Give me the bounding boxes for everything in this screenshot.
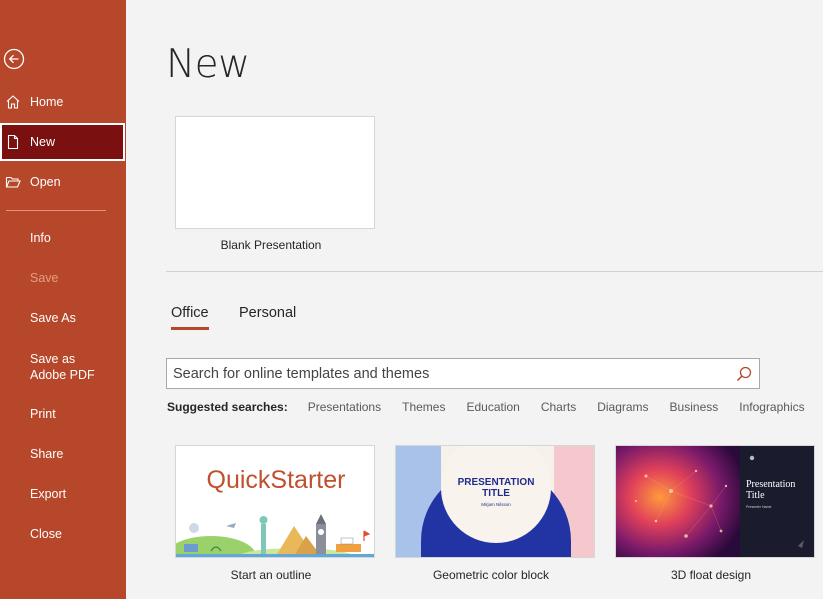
3d-float-thumb-background (616, 446, 814, 557)
sidebar-item-label: Save As (30, 311, 76, 325)
sidebar-item-home[interactable]: Home (0, 83, 126, 121)
open-folder-icon (5, 174, 21, 190)
template-card-3d-float-design[interactable]: Presentation Title Presenter Name 3D flo… (615, 445, 815, 582)
suggested-link-charts[interactable]: Charts (541, 400, 576, 414)
suggested-link-infographics[interactable]: Infographics (739, 400, 804, 414)
sidebar-item-print[interactable]: Print (0, 395, 126, 433)
sidebar-item-label: Home (30, 95, 64, 109)
template-thumbnail-3d-float[interactable]: Presentation Title Presenter Name (615, 445, 815, 558)
sidebar-item-label: Print (30, 407, 56, 421)
suggested-searches-label: Suggested searches: (167, 400, 288, 414)
sidebar-item-label: Export (30, 487, 67, 501)
back-arrow-icon (3, 48, 25, 70)
sidebar-item-save-as[interactable]: Save As (0, 299, 126, 337)
section-divider (166, 271, 823, 272)
page-title: New (166, 42, 250, 87)
sidebar-item-share[interactable]: Share (0, 435, 126, 473)
quickstarter-illustration (176, 514, 374, 557)
geometric-thumb-title: PRESENTATION TITLE (457, 477, 535, 499)
suggested-link-education[interactable]: Education (466, 400, 519, 414)
suggested-link-themes[interactable]: Themes (402, 400, 445, 414)
sidebar-item-open[interactable]: Open (0, 163, 126, 201)
sidebar-item-info[interactable]: Info (0, 219, 126, 257)
template-search-box (166, 358, 760, 389)
sidebar-item-export[interactable]: Export (0, 475, 126, 513)
blank-presentation-label: Blank Presentation (220, 238, 322, 252)
main-panel: New Blank Presentation Office Personal S… (126, 0, 823, 599)
template-card-geometric-color-block[interactable]: PRESENTATION TITLE Mirjam Nilsson Geomet… (395, 445, 595, 582)
sidebar-item-label: Open (30, 175, 61, 189)
tab-personal[interactable]: Personal (239, 305, 296, 321)
backstage-sidebar: Home New Open Info Save Save As Save as … (0, 0, 126, 599)
sidebar-item-save-as-adobe-pdf[interactable]: Save as Adobe PDF (0, 347, 126, 387)
template-label: 3D float design (670, 568, 752, 582)
3d-float-thumb-title: Presentation Title (746, 479, 796, 501)
home-icon (5, 94, 21, 110)
new-document-icon (5, 134, 21, 150)
tab-office[interactable]: Office (171, 305, 209, 330)
sidebar-item-save: Save (0, 259, 126, 297)
template-card-start-outline[interactable]: QuickStarter Start an outline (175, 445, 375, 582)
sidebar-item-label: New (30, 135, 56, 149)
3d-float-thumb-subtitle: Presenter Name (746, 505, 772, 509)
sidebar-item-label: Close (30, 527, 62, 541)
sidebar-item-label: Save (30, 271, 59, 285)
suggested-link-business[interactable]: Business (670, 400, 719, 414)
template-thumbnail-geometric[interactable]: PRESENTATION TITLE Mirjam Nilsson (395, 445, 595, 558)
search-input[interactable] (167, 359, 735, 388)
suggested-link-presentations[interactable]: Presentations (308, 400, 381, 414)
blank-presentation-thumbnail[interactable] (175, 116, 375, 229)
sidebar-divider (6, 210, 106, 211)
template-thumbnail-quickstarter[interactable]: QuickStarter (175, 445, 375, 558)
template-label: Geometric color block (432, 568, 550, 582)
sidebar-item-label: Info (30, 231, 51, 245)
sidebar-item-label: Share (30, 447, 64, 461)
geometric-thumb-subtitle: Mirjam Nilsson (481, 502, 511, 507)
sidebar-item-close[interactable]: Close (0, 515, 126, 553)
sidebar-item-new[interactable]: New (0, 123, 125, 161)
suggested-searches: Suggested searches: Presentations Themes… (167, 400, 823, 414)
template-label: Start an outline (230, 568, 312, 582)
suggested-link-diagrams[interactable]: Diagrams (597, 400, 648, 414)
sidebar-item-label: Save as Adobe PDF (30, 352, 95, 382)
search-icon[interactable] (735, 365, 753, 383)
back-button[interactable] (3, 48, 25, 70)
